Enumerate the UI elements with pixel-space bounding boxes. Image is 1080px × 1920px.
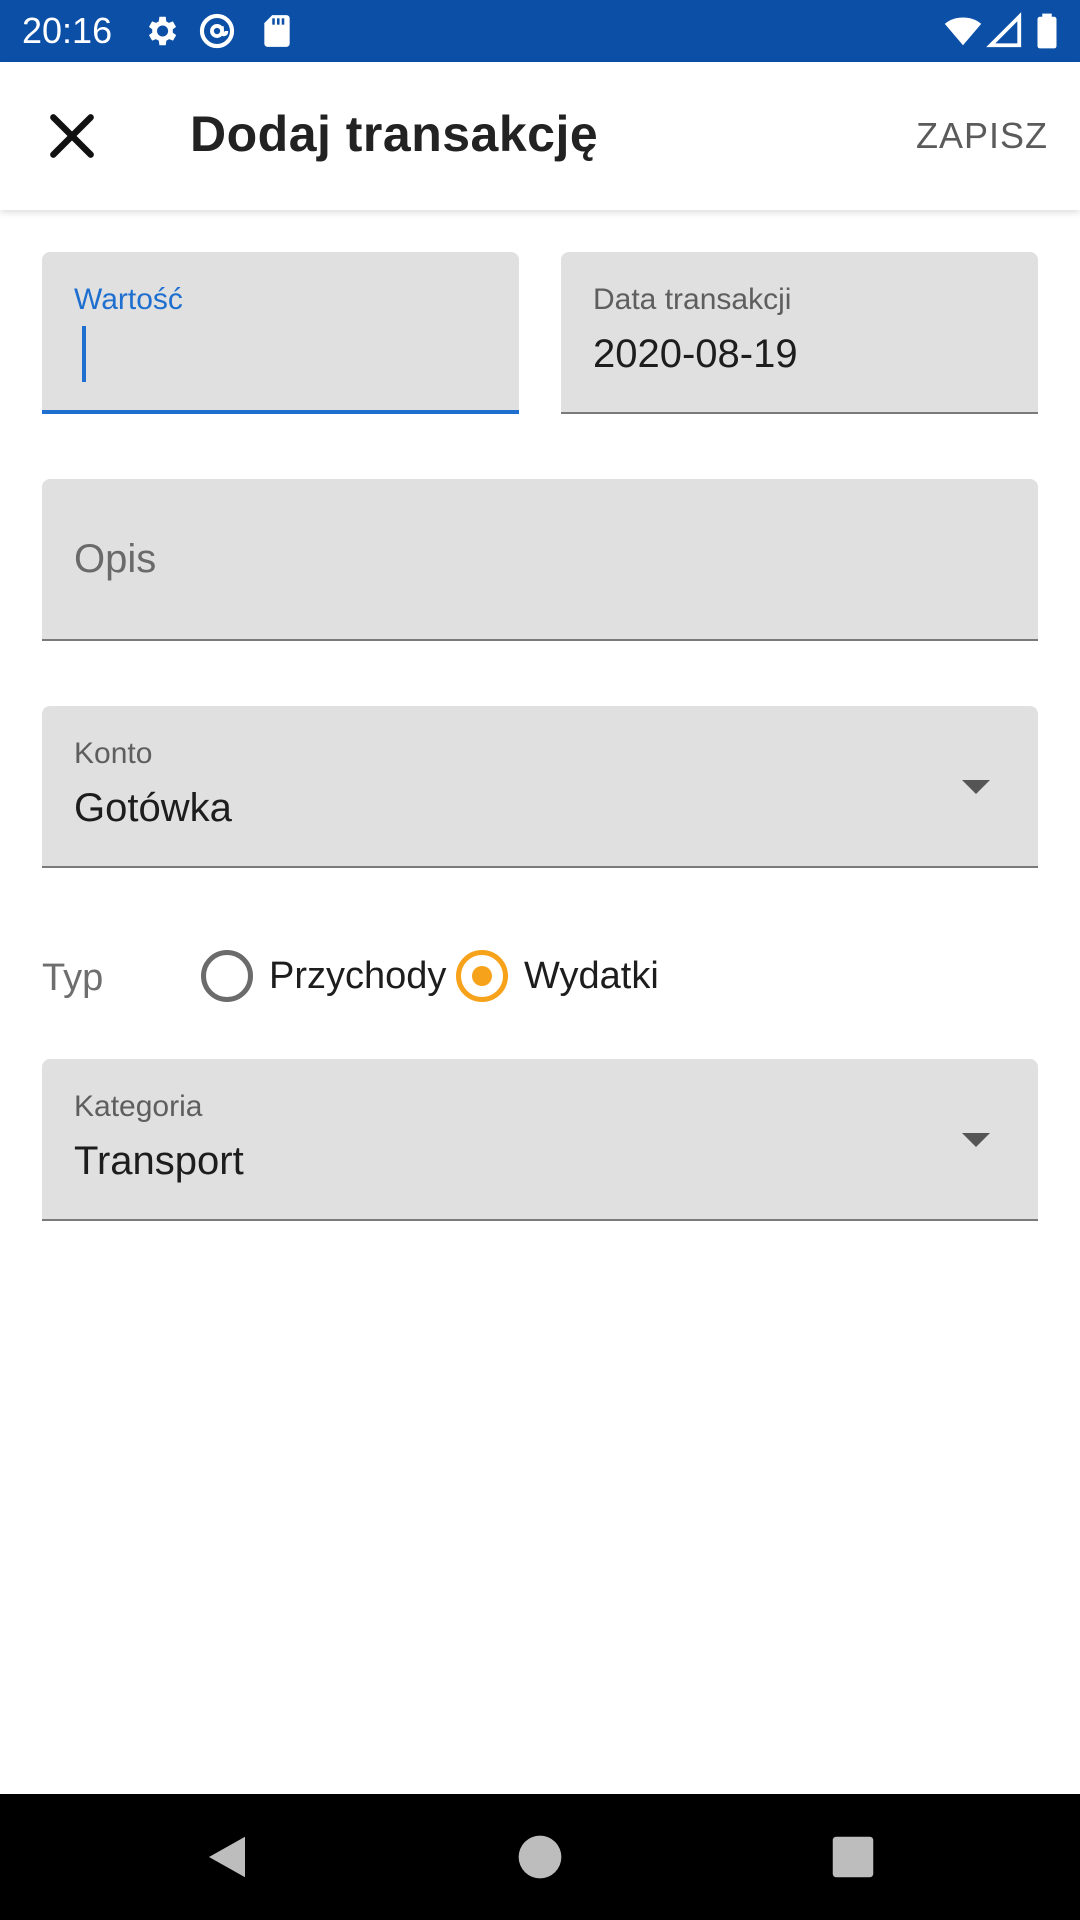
at-sign-icon — [199, 13, 235, 49]
radio-expenses-label: Wydatki — [524, 955, 659, 997]
radio-income-circle[interactable] — [201, 950, 253, 1002]
battery-icon — [1037, 13, 1057, 49]
type-label: Typ — [42, 957, 104, 999]
category-select-label: Kategoria — [74, 1090, 203, 1123]
app-bar: Dodaj transakcję ZAPISZ — [0, 62, 1080, 210]
cellular-signal-icon — [986, 12, 1022, 48]
chevron-down-icon — [962, 1133, 990, 1147]
category-select[interactable]: Kategoria Transport — [42, 1059, 1038, 1221]
description-placeholder: Opis — [74, 537, 157, 581]
status-bar: 20:16 — [0, 0, 1080, 62]
sd-card-icon — [264, 15, 290, 47]
radio-income-label: Przychody — [269, 955, 447, 997]
date-field-value: 2020-08-19 — [593, 332, 798, 376]
radio-income[interactable]: Przychody — [201, 948, 451, 1004]
account-select[interactable]: Konto Gotówka — [42, 706, 1038, 868]
back-icon[interactable] — [200, 1830, 254, 1884]
status-time: 20:16 — [22, 10, 113, 51]
date-field-label: Data transakcji — [593, 283, 792, 316]
home-icon[interactable] — [513, 1830, 567, 1884]
radio-expenses-circle[interactable] — [456, 950, 508, 1002]
amount-field-label: Wartość — [74, 283, 183, 316]
save-button[interactable]: ZAPISZ — [916, 112, 1048, 160]
date-field[interactable]: Data transakcji 2020-08-19 — [561, 252, 1038, 414]
recents-icon[interactable] — [826, 1830, 880, 1884]
close-icon[interactable] — [40, 104, 104, 168]
gear-icon — [148, 16, 177, 46]
radio-expenses[interactable]: Wydatki — [456, 948, 676, 1004]
category-select-value: Transport — [74, 1139, 244, 1183]
text-cursor — [82, 326, 86, 382]
navigation-bar — [0, 1794, 1080, 1920]
page-title: Dodaj transakcję — [190, 106, 599, 162]
wifi-icon — [944, 17, 982, 46]
chevron-down-icon — [962, 780, 990, 794]
amount-field[interactable]: Wartość — [42, 252, 519, 414]
account-select-label: Konto — [74, 737, 153, 770]
account-select-value: Gotówka — [74, 786, 232, 830]
radio-selected-dot — [472, 966, 492, 986]
description-field[interactable]: Opis — [42, 479, 1038, 641]
